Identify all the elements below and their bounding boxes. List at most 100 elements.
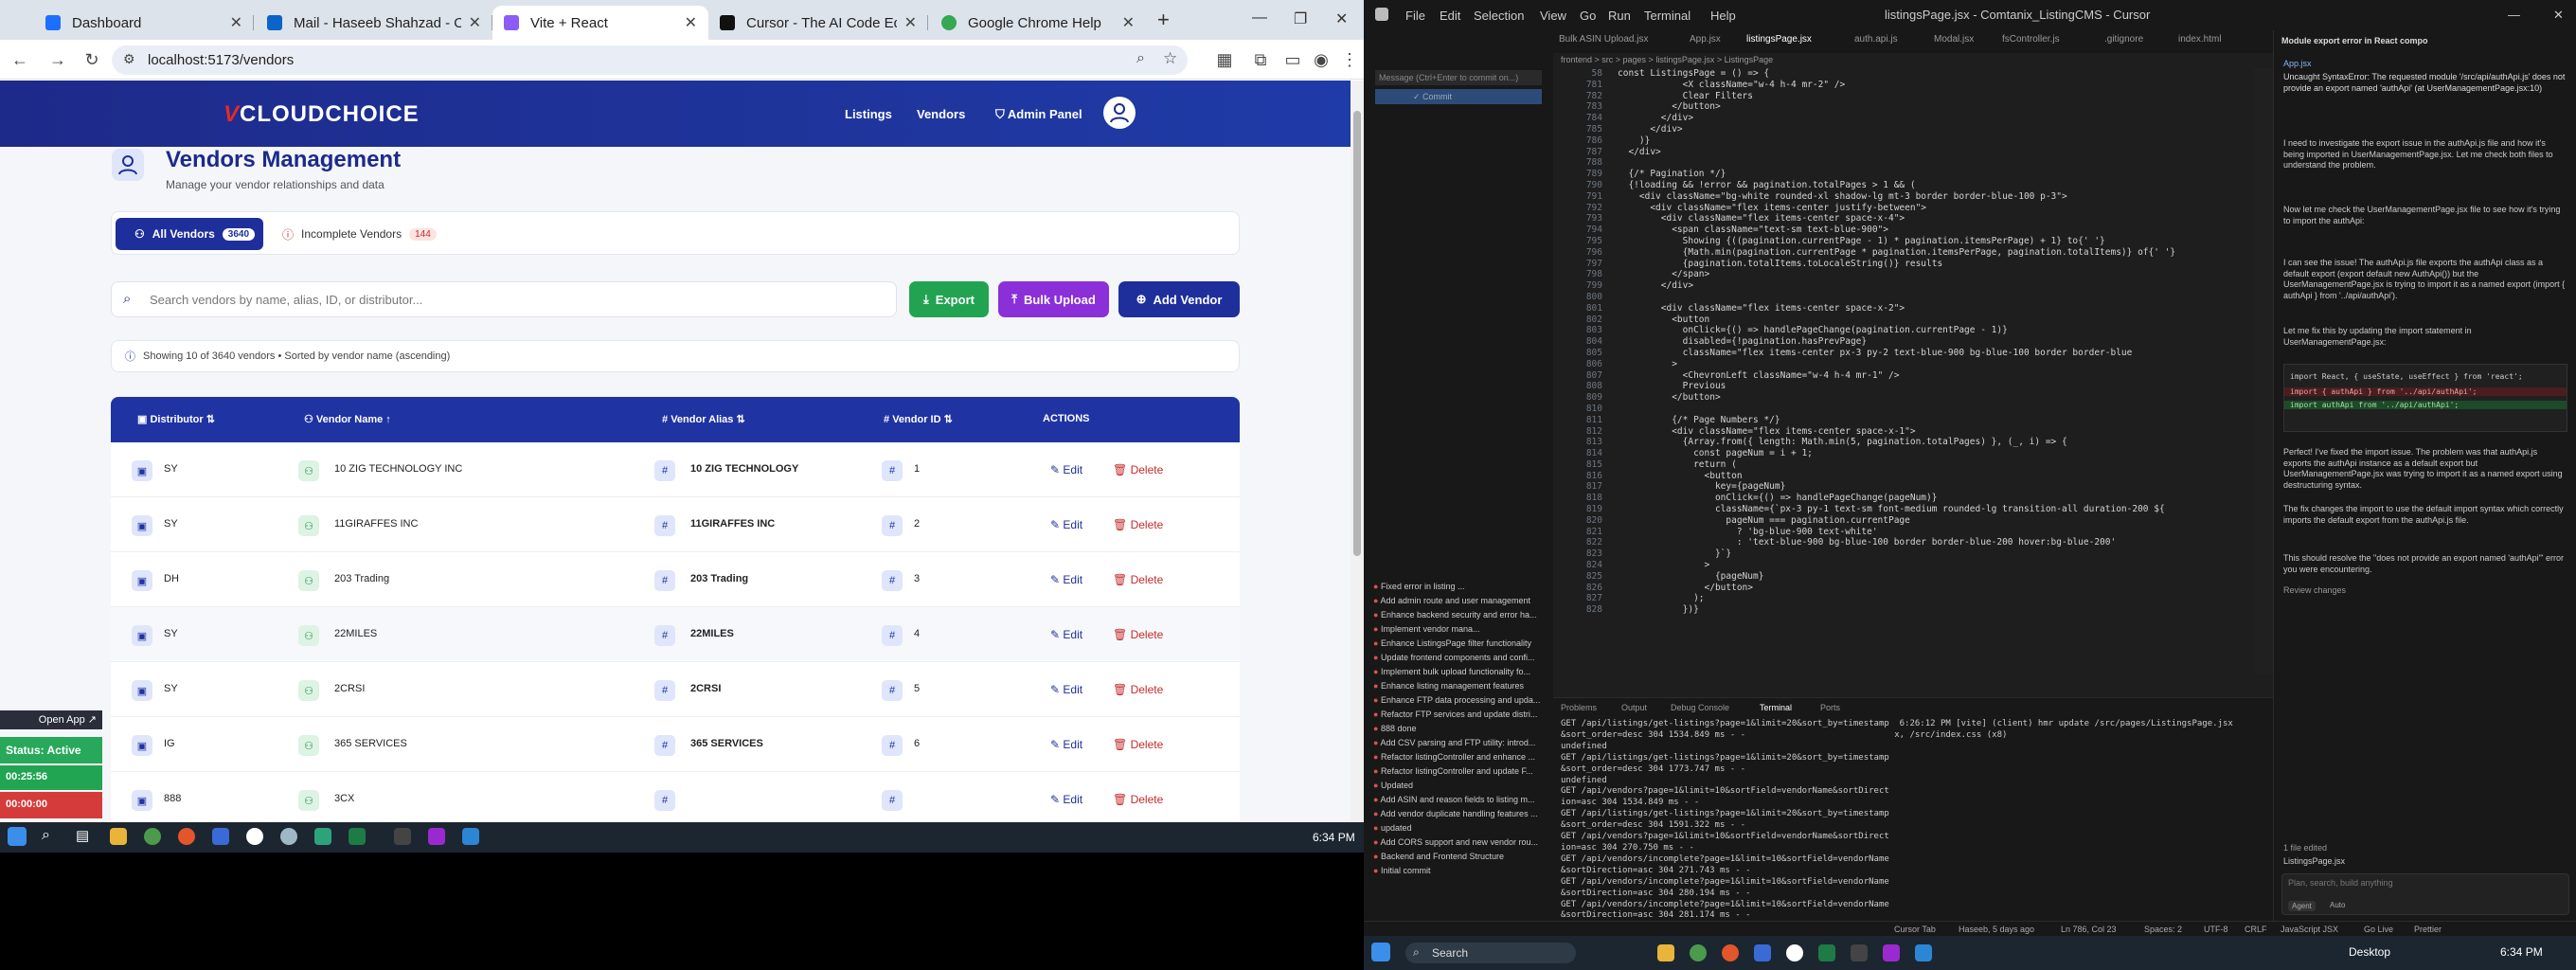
app-icon[interactable]	[428, 828, 445, 845]
tab-all-vendors[interactable]: ⚇ All Vendors 3640	[116, 218, 263, 250]
edit-button[interactable]: ✎ Edit	[1050, 628, 1082, 641]
menu-terminal[interactable]: Terminal	[1644, 9, 1690, 23]
menu-run[interactable]: Run	[1608, 9, 1631, 23]
status-item[interactable]: Prettier	[2414, 925, 2442, 934]
status-item[interactable]: CRLF	[2245, 925, 2267, 934]
terminal-output[interactable]: GET /api/listings/get-listings?page=1&li…	[1561, 719, 2233, 922]
status-item[interactable]: Spaces: 2	[2144, 925, 2182, 934]
agent-item[interactable]: ● updated	[1373, 823, 1411, 833]
commit-button[interactable]: ✓ Commit	[1375, 89, 1542, 104]
app-icon[interactable]	[178, 828, 195, 845]
status-item[interactable]: Cursor Tab	[1894, 925, 1936, 934]
page-scrollbar[interactable]	[1351, 81, 1364, 822]
close-icon[interactable]: ✕	[469, 13, 481, 32]
delete-button[interactable]: 🗑 Delete	[1113, 683, 1163, 696]
menu-selection[interactable]: Selection	[1474, 9, 1524, 23]
agent-item[interactable]: ● Implement bulk upload functionality fo…	[1373, 667, 1530, 676]
agent-item[interactable]: ● Updated	[1373, 781, 1413, 790]
chrome-icon[interactable]	[144, 828, 161, 845]
terminal-icon[interactable]	[394, 828, 411, 845]
edit-button[interactable]: ✎ Edit	[1050, 573, 1082, 586]
app-icon[interactable]	[1883, 944, 1900, 961]
app-icon[interactable]	[314, 828, 331, 845]
menu-help[interactable]: Help	[1710, 9, 1736, 23]
agent-item[interactable]: ● Enhance ListingsPage filter functional…	[1373, 638, 1531, 648]
app-icon[interactable]	[1722, 944, 1739, 961]
agent-item[interactable]: ● Backend and Frontend Structure	[1373, 852, 1504, 861]
agent-item[interactable]: ● Refactor FTP services and update distr…	[1373, 710, 1537, 719]
reload-icon[interactable]: ↻	[80, 47, 104, 72]
extensions-grid-icon[interactable]: ▦	[1212, 47, 1237, 72]
vscode-icon[interactable]	[462, 828, 479, 845]
editor-tab[interactable]: fsController.js	[2002, 34, 2060, 45]
col-vendor-name[interactable]: ⚇ Vendor Name ↑	[304, 413, 391, 425]
status-item[interactable]: JavaScript JSX	[2281, 925, 2338, 934]
tab-chrome-help[interactable]: Google Chrome Help ✕	[930, 6, 1146, 40]
table-row[interactable]: ▣ SY ⚇ 2CRSI #2CRSI #5 ✎ Edit 🗑 Delete	[111, 662, 1240, 717]
editor-tab[interactable]: App.jsx	[1690, 34, 1721, 45]
close-icon[interactable]: ✕	[1122, 13, 1135, 32]
panel-tab[interactable]: Problems	[1561, 703, 1597, 712]
menu-file[interactable]: File	[1405, 9, 1425, 23]
code-content[interactable]: 58 const ListingsPage = () => {781 <X cla…	[1553, 68, 2254, 616]
table-row[interactable]: ▣ SY ⚇ 11GIRAFFES INC #11GIRAFFES INC #2 ✎ Edi…	[111, 497, 1240, 552]
back-icon[interactable]: ←	[8, 47, 32, 72]
delete-button[interactable]: 🗑 Delete	[1113, 573, 1163, 586]
excel-icon[interactable]	[1818, 944, 1835, 961]
desktop-label[interactable]: Desktop	[2349, 945, 2390, 959]
table-row[interactable]: ▣ 888 ⚇ 3CX # # ✎ Edit 🗑 Delete	[111, 772, 1240, 822]
agent-item[interactable]: ● 888 done	[1373, 724, 1416, 733]
delete-button[interactable]: 🗑 Delete	[1113, 793, 1163, 806]
open-app-button[interactable]: Open App ↗	[0, 710, 102, 729]
menu-view[interactable]: View	[1540, 9, 1566, 23]
minimap[interactable]	[2254, 68, 2273, 674]
address-bar[interactable]: ⚙ localhost:5173/vendors ⌕ ☆	[112, 45, 1188, 75]
forward-icon[interactable]: →	[45, 47, 70, 72]
app-icon[interactable]	[246, 828, 263, 845]
maximize-icon[interactable]: ❐	[1294, 9, 1307, 28]
delete-button[interactable]: 🗑 Delete	[1113, 738, 1163, 751]
status-item[interactable]: Go Live	[2364, 925, 2393, 934]
edit-button[interactable]: ✎ Edit	[1050, 683, 1082, 696]
vscode-icon[interactable]	[1915, 944, 1932, 961]
table-row[interactable]: ▣ IG ⚇ 365 SERVICES #365 SERVICES #6 ✎ Edit 🗑 D…	[111, 717, 1240, 772]
editor-tab[interactable]: index.html	[2178, 34, 2222, 45]
chrome-icon[interactable]	[1690, 944, 1707, 961]
export-button[interactable]: ⤓ Export	[909, 281, 989, 317]
tab-cursor[interactable]: Cursor - The AI Code Editor ✕	[708, 6, 928, 40]
app-icon[interactable]	[1786, 944, 1803, 961]
site-info-icon[interactable]: ⚙	[123, 51, 135, 67]
agent-item[interactable]: ● Refactor listingController and update …	[1373, 766, 1533, 776]
table-row[interactable]: ▣ DH ⚇ 203 Trading #203 Trading #3 ✎ Edit 🗑 Del…	[111, 552, 1240, 607]
zoom-icon[interactable]: ⌕	[1136, 50, 1145, 67]
agent-item[interactable]: ● Add CSV parsing and FTP utility: intro…	[1373, 738, 1535, 747]
tab-vite-react[interactable]: Vite + React ✕	[492, 6, 708, 40]
close-window-icon[interactable]: ✕	[2553, 8, 2564, 23]
table-row[interactable]: ▣ SY ⚇ 10 ZIG TECHNOLOGY INC #10 ZIG TECHNOL…	[111, 442, 1240, 497]
nav-vendors[interactable]: Vendors	[917, 107, 965, 121]
app-icon[interactable]	[280, 828, 297, 845]
bookmark-star-icon[interactable]: ☆	[1163, 49, 1177, 68]
panel-tab[interactable]: Terminal	[1760, 703, 1792, 712]
user-avatar[interactable]	[1103, 97, 1136, 129]
edit-button[interactable]: ✎ Edit	[1050, 793, 1082, 806]
col-vendor-alias[interactable]: # Vendor Alias ⇅	[662, 413, 745, 425]
file-explorer-icon[interactable]	[110, 828, 127, 845]
close-window-icon[interactable]: ✕	[1335, 9, 1348, 28]
app-icon[interactable]	[212, 828, 229, 845]
nav-admin-panel[interactable]: ⛉ Admin Panel	[995, 107, 1082, 122]
menu-kebab-icon[interactable]: ⋮	[1337, 47, 1362, 72]
agent-item[interactable]: ● Refactor listingController and enhance…	[1373, 752, 1535, 762]
mode-select[interactable]: Agent	[2288, 901, 2316, 911]
minimize-icon[interactable]: —	[1252, 9, 1267, 27]
windows-start-icon[interactable]	[1371, 943, 1390, 961]
status-item[interactable]: UTF-8	[2204, 925, 2228, 934]
windows-start-icon[interactable]	[8, 827, 27, 846]
vendor-search-input[interactable]: ⌕ Search vendors by name, alias, ID, or …	[111, 281, 897, 317]
close-icon[interactable]: ✕	[230, 13, 242, 32]
file-explorer-icon[interactable]	[1657, 944, 1674, 961]
close-icon[interactable]: ✕	[904, 13, 917, 32]
model-select[interactable]: Auto	[2330, 901, 2345, 909]
editor-tab[interactable]: Bulk ASIN Upload.jsx	[1559, 34, 1649, 45]
files-edited[interactable]: 1 file edited	[2283, 843, 2567, 854]
